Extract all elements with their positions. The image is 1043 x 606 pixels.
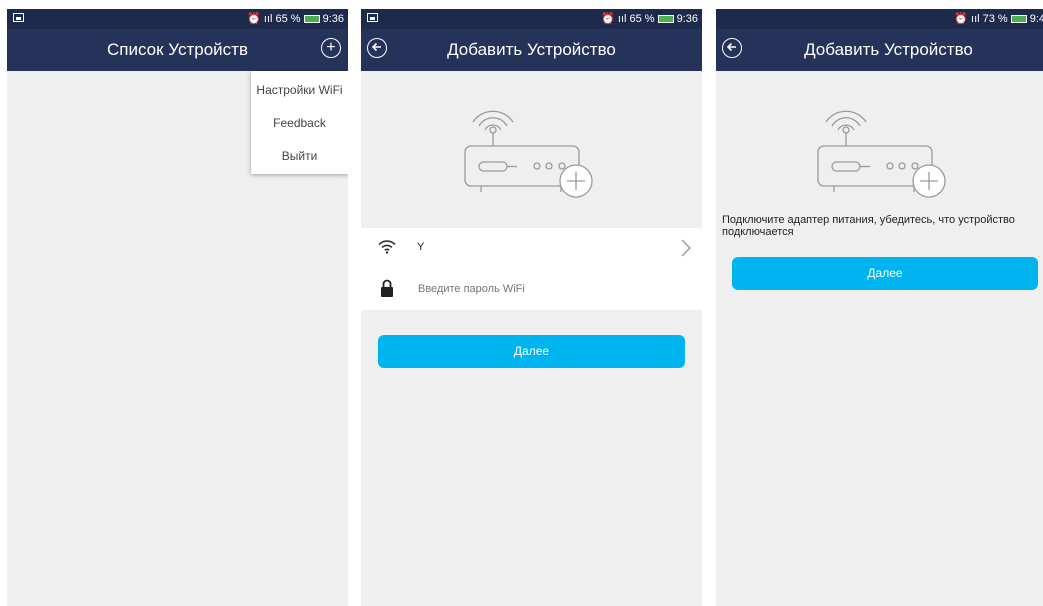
alarm-icon: ⏰: [247, 13, 261, 25]
clock: 9:4: [1029, 12, 1043, 25]
router-add-icon: [464, 110, 593, 198]
status-indicators: ⏰ ııl 65 % 9:36: [247, 12, 344, 26]
wifi-password-input[interactable]: [418, 283, 668, 295]
chevron-right-icon: [681, 239, 691, 257]
battery-icon: [1010, 14, 1027, 23]
page-title: Добавить Устройство: [447, 40, 616, 59]
battery-icon: [657, 14, 674, 23]
app-header: Добавить Устройство: [361, 29, 702, 71]
status-indicators: ⏰ ııl 73 % 9:4: [954, 12, 1043, 26]
router-add-icon: [817, 110, 946, 198]
options-menu: Настройки WiFi Feedback Выйти: [251, 71, 348, 174]
clock: 9:36: [676, 12, 698, 25]
menu-item-feedback[interactable]: Feedback: [251, 116, 348, 130]
alarm-icon: ⏰: [601, 13, 615, 25]
add-device-button[interactable]: +: [321, 38, 341, 58]
app-header: Добавить Устройство: [716, 29, 1043, 71]
wifi-network-row[interactable]: Y: [361, 228, 702, 268]
signal-text: ııl 65 %: [263, 12, 301, 25]
lock-icon: [381, 279, 393, 297]
password-row: [361, 268, 702, 310]
next-button[interactable]: Далее: [732, 257, 1038, 290]
wifi-name: Y: [417, 241, 425, 253]
page-title: Добавить Устройство: [804, 40, 973, 59]
add-device-wifi-screen: ⏰ ııl 65 % 9:36 Добавить Устройство Y Вв…: [361, 9, 702, 606]
image-notification-icon: [13, 13, 24, 22]
app-header: Список Устройств +: [7, 29, 348, 71]
signal-text: ııl 73 %: [971, 12, 1008, 25]
signal-text: ııl 65 %: [617, 12, 655, 25]
add-device-power-screen: ⏰ ııl 73 % 9:4 Добавить Устройство Подкл…: [716, 9, 1043, 606]
wifi-icon: [378, 240, 396, 254]
menu-item-wifi-settings[interactable]: Настройки WiFi: [251, 83, 348, 97]
battery-icon: [303, 14, 320, 23]
image-notification-icon: [367, 13, 378, 22]
clock: 9:36: [322, 12, 344, 25]
status-indicators: ⏰ ııl 65 % 9:36: [601, 12, 698, 26]
next-button[interactable]: Далее: [378, 335, 685, 368]
status-bar: ⏰ ııl 73 % 9:4: [716, 9, 1043, 29]
page-title: Список Устройств: [107, 40, 248, 59]
alarm-icon: ⏰: [954, 13, 969, 25]
menu-item-logout[interactable]: Выйти: [251, 149, 348, 163]
status-bar: ⏰ ııl 65 % 9:36: [7, 9, 348, 29]
power-adapter-hint: Подключите адаптер питания, убедитесь, ч…: [722, 214, 1015, 238]
status-bar: ⏰ ııl 65 % 9:36: [361, 9, 702, 29]
device-list-screen: ⏰ ııl 65 % 9:36 Список Устройств + Настр…: [7, 9, 348, 606]
